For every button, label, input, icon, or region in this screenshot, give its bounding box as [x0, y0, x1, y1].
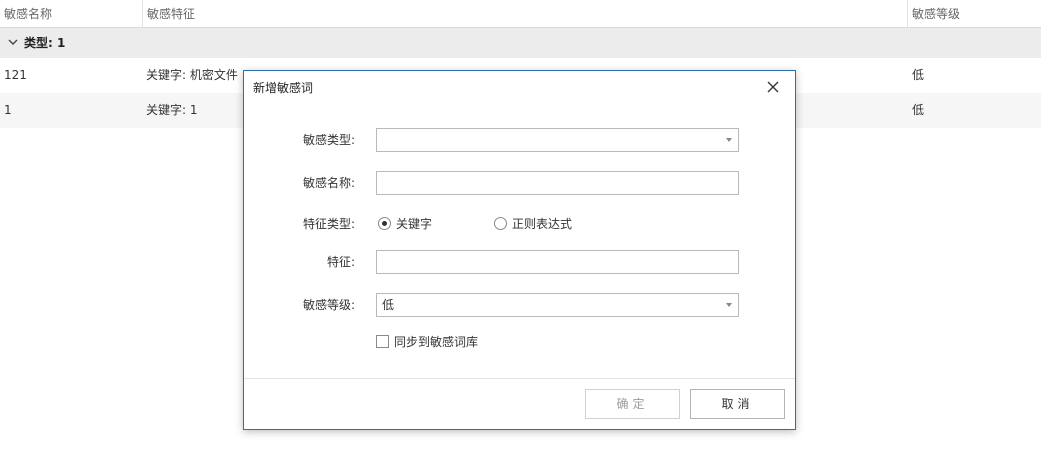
row-name: 121: [4, 68, 27, 82]
row-name: 1: [4, 103, 12, 117]
feature-type-label: 特征类型:: [302, 217, 355, 231]
add-sensitive-word-dialog: 新增敏感词 敏感类型: 敏感名称: 特征类型: 关键字 正则表达式 特征: 敏感…: [243, 70, 796, 430]
column-header-name[interactable]: 敏感名称: [0, 0, 142, 28]
radio-regex-label: 正则表达式: [512, 217, 573, 231]
table-header: 敏感名称 敏感特征 敏感等级: [0, 0, 1041, 28]
dialog-title: 新增敏感词: [253, 81, 314, 95]
type-select[interactable]: [376, 128, 739, 152]
column-header-level[interactable]: 敏感等级: [907, 0, 1041, 28]
dialog-footer-divider: [244, 378, 795, 379]
sync-checkbox-label: 同步到敏感词库: [394, 335, 479, 349]
column-header-feature[interactable]: 敏感特征: [142, 0, 907, 28]
chevron-down-icon[interactable]: [8, 37, 18, 47]
row-feature: 关键字: 1: [146, 103, 198, 117]
row-level: 低: [912, 68, 925, 82]
dropdown-caret-icon: [726, 303, 732, 307]
radio-keyword-label: 关键字: [396, 217, 433, 231]
type-label: 敏感类型:: [302, 133, 355, 147]
row-level: 低: [912, 103, 925, 117]
confirm-button[interactable]: 确定: [585, 389, 680, 419]
radio-dot-selected[interactable]: [378, 217, 391, 230]
group-label: 类型: 1: [24, 36, 66, 50]
dropdown-caret-icon: [726, 138, 732, 142]
level-select-value: 低: [382, 298, 395, 312]
name-field[interactable]: [376, 171, 739, 195]
level-label: 敏感等级:: [302, 298, 355, 312]
checkbox-box[interactable]: [376, 335, 389, 348]
close-icon[interactable]: [764, 78, 782, 96]
group-row[interactable]: 类型: 1: [0, 28, 1041, 58]
feature-label: 特征:: [326, 255, 355, 269]
cancel-button[interactable]: 取消: [690, 389, 785, 419]
name-label: 敏感名称:: [302, 176, 355, 190]
row-feature: 关键字: 机密文件: [146, 68, 238, 82]
feature-field[interactable]: [376, 250, 739, 274]
radio-dot[interactable]: [494, 217, 507, 230]
level-select[interactable]: 低: [376, 293, 739, 317]
